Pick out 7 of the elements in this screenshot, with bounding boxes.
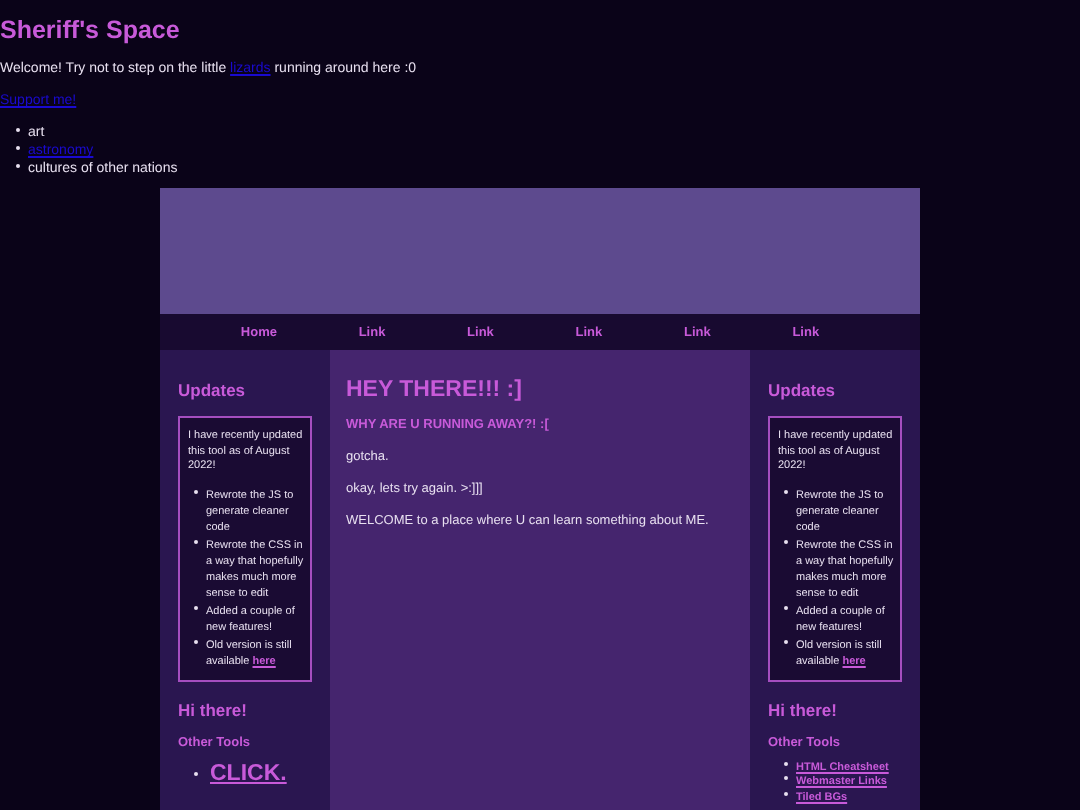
sidebar-heading: Updates — [178, 380, 248, 400]
greeting-heading: Hi there! — [768, 699, 839, 719]
sidebar-heading: Updates — [768, 380, 838, 400]
tool-link[interactable]: CLICK. — [210, 761, 287, 785]
main-heading: HEY THERE!!! :] — [346, 378, 524, 402]
site-title: Sheriff's Space — [0, 14, 182, 44]
greeting-heading: Hi there! — [178, 699, 249, 719]
